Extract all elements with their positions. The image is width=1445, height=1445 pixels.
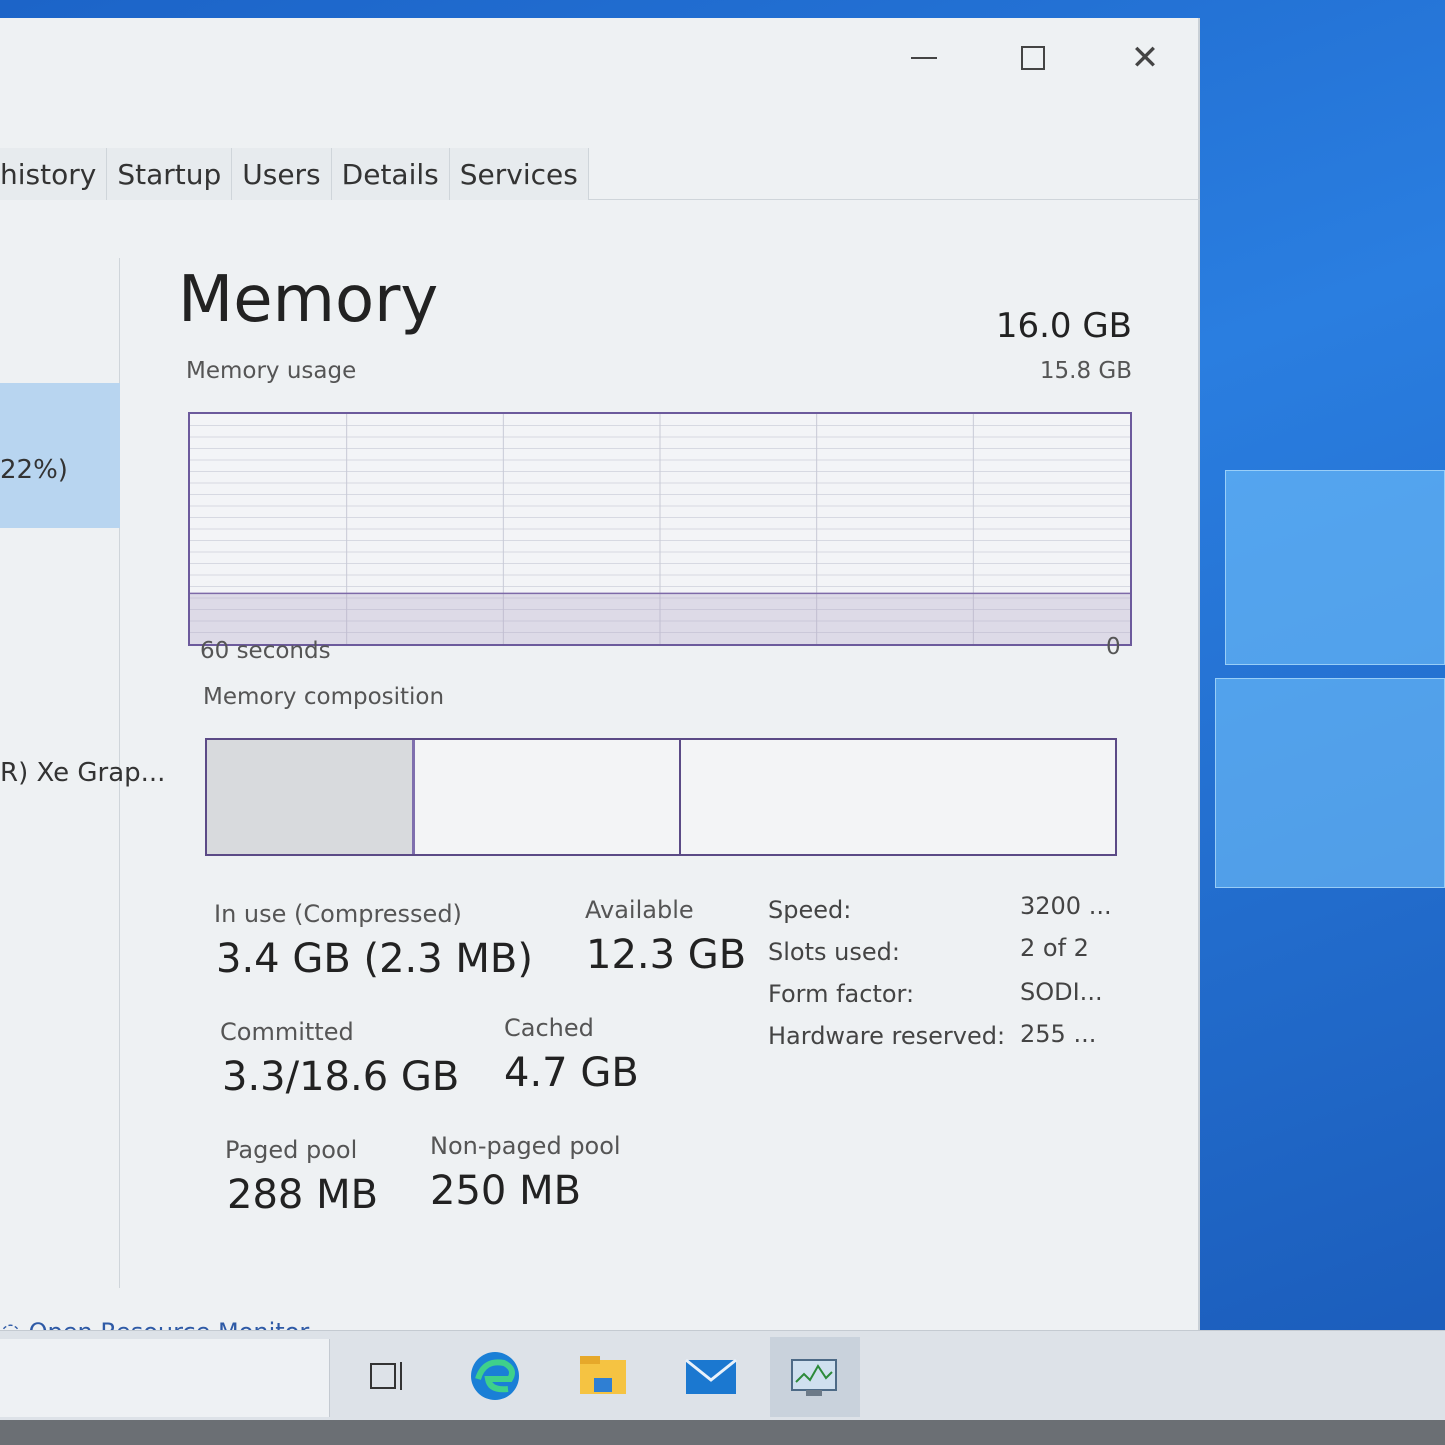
memory-composition-label: Memory composition [203, 684, 445, 710]
memory-usage-max: 15.8 GB [1039, 358, 1132, 384]
spec-form-factor-key: Form factor: [768, 980, 915, 1008]
task-view-glyph [370, 1362, 402, 1390]
composition-in-use [207, 740, 415, 854]
task-view-icon[interactable] [360, 1349, 414, 1403]
wallpaper-pane [1215, 678, 1445, 888]
available-value: 12.3 GB [586, 932, 747, 978]
task-manager-icon[interactable] [770, 1337, 860, 1417]
available-label: Available [585, 896, 694, 924]
explorer-glyph [580, 1356, 626, 1394]
edge-glyph [471, 1352, 519, 1400]
in-use-value: 3.4 GB (2.3 MB) [216, 936, 533, 982]
cached-label: Cached [504, 1014, 594, 1042]
tab-details[interactable]: Details [331, 148, 450, 200]
spec-slots-value: 2 of 2 [1020, 934, 1089, 962]
tab-services[interactable]: Services [449, 148, 589, 200]
graph-time-start: 60 seconds [200, 638, 331, 664]
sidebar-item-label: 22%) [0, 455, 68, 485]
tab-users[interactable]: Users [232, 148, 332, 200]
mail-icon[interactable] [684, 1349, 738, 1403]
task-manager-glyph [791, 1359, 837, 1396]
non-paged-pool-label: Non-paged pool [430, 1132, 621, 1160]
memory-usage-graph [188, 412, 1132, 646]
spec-hw-reserved-key: Hardware reserved: [768, 1022, 1006, 1050]
maximize-icon [1021, 46, 1045, 70]
committed-value: 3.3/18.6 GB [222, 1054, 460, 1100]
usage-area [190, 593, 1130, 644]
memory-composition-bar [205, 738, 1117, 856]
spec-speed-key: Speed: [768, 896, 852, 924]
in-use-label: In use (Compressed) [214, 900, 462, 928]
close-button[interactable]: ✕ [1115, 38, 1175, 78]
windows-logo-wallpaper [1215, 440, 1445, 890]
committed-label: Committed [220, 1018, 354, 1046]
task-manager-window: ✕ history Startup Users Details Services… [0, 18, 1200, 1346]
sidebar-item-gpu[interactable]: R) Xe Grap... [0, 758, 165, 788]
paged-pool-value: 288 MB [227, 1172, 379, 1218]
spec-form-factor-value: SODI... [1020, 978, 1103, 1006]
maximize-button[interactable] [1003, 38, 1063, 78]
tab-bar: history Startup Users Details Services [0, 148, 1200, 200]
wallpaper-pane [1225, 470, 1445, 665]
file-explorer-icon[interactable] [576, 1349, 630, 1403]
minimize-button[interactable] [894, 38, 954, 78]
memory-usage-label: Memory usage [186, 358, 357, 384]
total-memory: 16.0 GB [995, 306, 1132, 346]
graph-time-end: 0 [1106, 634, 1121, 660]
paged-pool-label: Paged pool [225, 1136, 358, 1164]
composition-free [681, 740, 1115, 854]
tab-startup[interactable]: Startup [107, 148, 233, 200]
page-title: Memory [178, 263, 439, 337]
mail-glyph [685, 1358, 737, 1394]
taskbar-search-area[interactable] [0, 1339, 330, 1417]
spec-hw-reserved-value: 255 ... [1020, 1020, 1097, 1048]
close-icon: ✕ [1130, 38, 1160, 78]
performance-sidebar: 22%) R) Xe Grap... [0, 258, 165, 1288]
memory-usage-graph-svg [190, 414, 1130, 644]
cached-value: 4.7 GB [504, 1050, 639, 1096]
title-bar: ✕ [0, 18, 1198, 138]
composition-standby [415, 740, 681, 854]
laptop-bezel [0, 1420, 1445, 1445]
spec-slots-key: Slots used: [768, 938, 900, 966]
minimize-icon [911, 57, 937, 59]
tab-app-history[interactable]: history [0, 148, 108, 200]
taskbar [0, 1330, 1445, 1420]
spec-speed-value: 3200 ... [1020, 892, 1112, 920]
edge-icon[interactable] [468, 1349, 522, 1403]
sidebar-item-memory[interactable]: 22%) [0, 383, 120, 528]
non-paged-pool-value: 250 MB [430, 1168, 582, 1214]
